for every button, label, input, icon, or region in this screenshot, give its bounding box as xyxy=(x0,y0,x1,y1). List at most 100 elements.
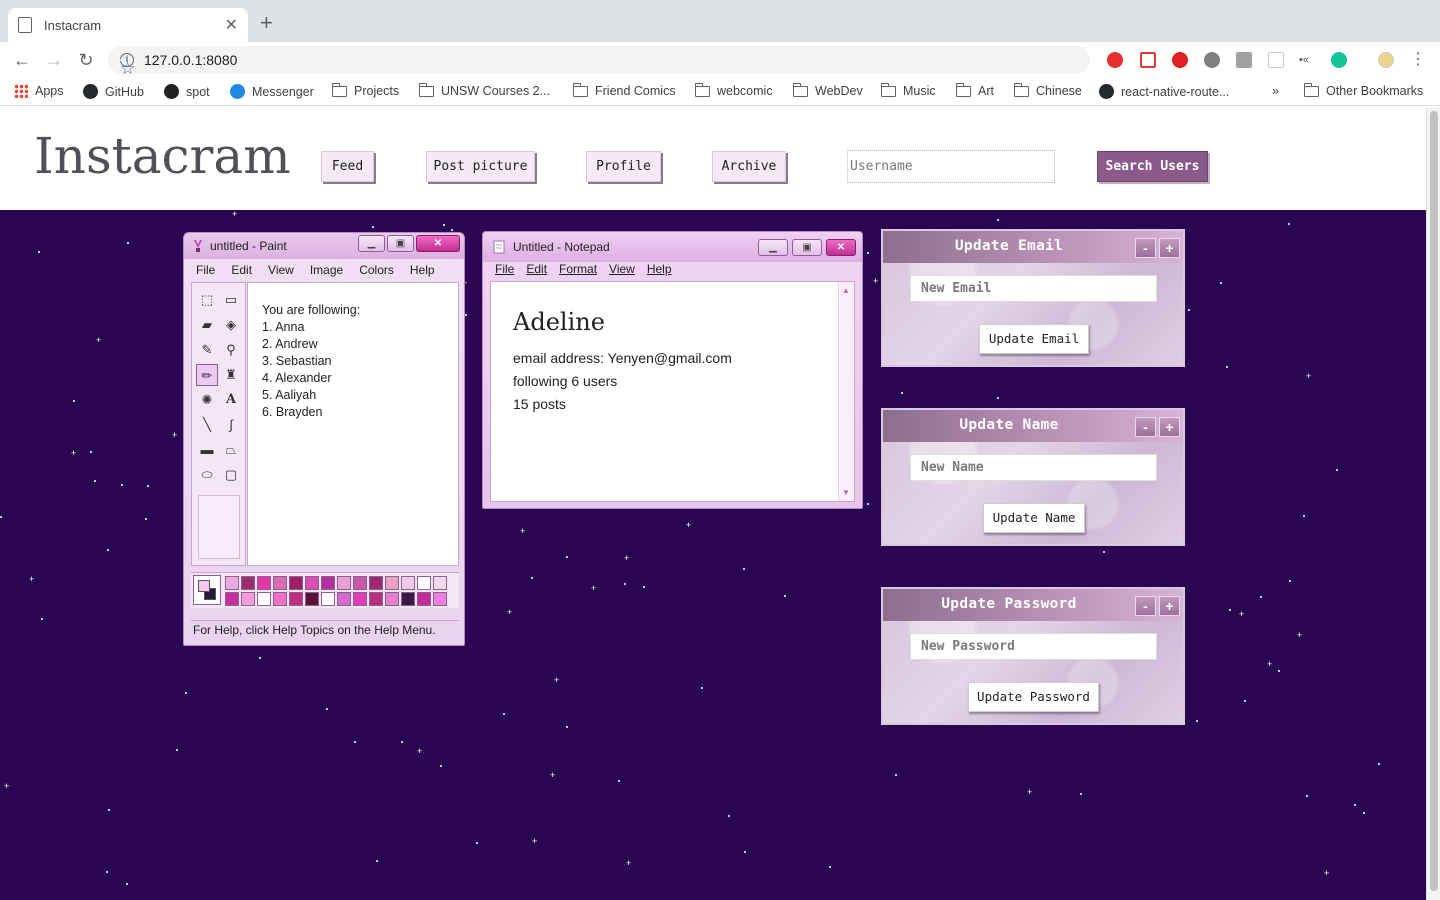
reload-icon[interactable]: ↻ xyxy=(74,48,98,72)
forward-icon[interactable]: → xyxy=(42,48,66,72)
menu-help[interactable]: Help xyxy=(647,262,672,280)
notepad-window[interactable]: Untitled - Notepad ▁ ▣ ✕ File Edit Forma… xyxy=(482,231,863,509)
extension-circle-icon[interactable] xyxy=(1204,52,1220,68)
notepad-scrollbar[interactable]: ▲ ▼ xyxy=(838,282,854,501)
scrollbar-thumb[interactable] xyxy=(1430,111,1438,891)
new-email-input[interactable] xyxy=(910,275,1157,302)
bookmark-apps[interactable]: Apps xyxy=(14,84,64,98)
bookmark-projects[interactable]: Projects xyxy=(331,82,399,98)
bookmarks-overflow[interactable]: » xyxy=(1272,84,1279,98)
polygon-icon[interactable]: ⏢ xyxy=(220,439,242,461)
palette-swatch[interactable] xyxy=(305,576,319,590)
expand-button[interactable]: + xyxy=(1159,596,1180,616)
palette-swatch[interactable] xyxy=(273,592,287,606)
maximize-icon[interactable]: ▣ xyxy=(387,235,414,252)
palette-swatch[interactable] xyxy=(241,592,255,606)
post-picture-button[interactable]: Post picture xyxy=(426,151,535,182)
palette-swatch[interactable] xyxy=(417,592,431,606)
palette-swatch[interactable] xyxy=(353,592,367,606)
bookmark-messenger[interactable]: Messenger xyxy=(230,84,314,99)
menu-colors[interactable]: Colors xyxy=(359,263,394,281)
browser-menu-icon[interactable]: ⋮ xyxy=(1406,48,1430,72)
current-colors[interactable] xyxy=(193,575,221,605)
palette-swatch[interactable] xyxy=(433,576,447,590)
menu-edit[interactable]: Edit xyxy=(231,263,252,281)
menu-file[interactable]: File xyxy=(196,263,215,281)
update-password-button[interactable]: Update Password xyxy=(968,682,1099,712)
address-bar[interactable]: i 127.0.0.1:8080 ☆ xyxy=(108,46,1090,78)
palette-swatch[interactable] xyxy=(257,592,271,606)
scroll-up-icon[interactable]: ▲ xyxy=(842,286,850,295)
close-icon[interactable]: ✕ xyxy=(826,239,856,256)
bookmark-webcomic[interactable]: webcomic xyxy=(694,82,773,98)
expand-button[interactable]: + xyxy=(1159,238,1180,258)
bookmark-react-native-router[interactable]: react-native-route... xyxy=(1099,84,1229,99)
update-email-button[interactable]: Update Email xyxy=(979,324,1089,354)
extension-red-icon[interactable] xyxy=(1107,52,1123,68)
search-users-button[interactable]: Search Users xyxy=(1097,151,1208,182)
maximize-icon[interactable]: ▣ xyxy=(792,239,822,256)
paint-window[interactable]: untitled - Paint ▁ ▣ ✕ File Edit View Im… xyxy=(183,232,465,646)
color-picker-icon[interactable]: ✎ xyxy=(196,339,218,361)
palette-swatch[interactable] xyxy=(321,592,335,606)
palette-swatch[interactable] xyxy=(225,576,239,590)
update-name-button[interactable]: Update Name xyxy=(983,503,1085,533)
paint-canvas[interactable]: You are following: 1. Anna 2. Andrew 3. … xyxy=(247,282,459,566)
palette-swatch[interactable] xyxy=(337,576,351,590)
bookmark-art[interactable]: Art xyxy=(955,82,994,98)
curve-icon[interactable]: ∫ xyxy=(220,414,242,436)
new-password-input[interactable] xyxy=(910,633,1157,660)
palette-swatch[interactable] xyxy=(337,592,351,606)
cast-icon[interactable] xyxy=(1268,52,1284,68)
site-logo[interactable]: Instacram xyxy=(34,127,291,185)
new-name-input[interactable] xyxy=(910,454,1157,481)
rect-select-icon[interactable]: ▭ xyxy=(220,289,242,311)
menu-help[interactable]: Help xyxy=(410,263,435,281)
palette-swatch[interactable] xyxy=(273,576,287,590)
line-icon[interactable]: ╲ xyxy=(196,414,218,436)
extension-dots-icon[interactable]: •« xyxy=(1299,52,1319,68)
username-search-input[interactable] xyxy=(847,150,1055,183)
bookmark-chinese[interactable]: Chinese xyxy=(1013,82,1082,98)
bookmark-music[interactable]: Music xyxy=(880,82,936,98)
extension-plus-icon[interactable] xyxy=(1140,52,1156,68)
new-tab-icon[interactable]: + xyxy=(260,12,273,34)
collapse-button[interactable]: - xyxy=(1135,238,1156,258)
back-icon[interactable]: ← xyxy=(10,48,34,72)
page-scrollbar[interactable] xyxy=(1426,107,1440,900)
ellipse-icon[interactable]: ⬭ xyxy=(196,464,218,486)
opera-icon[interactable] xyxy=(1172,52,1188,68)
bookmark-spot[interactable]: spot xyxy=(164,84,210,99)
palette-swatch[interactable] xyxy=(369,592,383,606)
grammarly-icon[interactable] xyxy=(1331,52,1347,68)
palette-swatch[interactable] xyxy=(433,592,447,606)
rounded-rect-icon[interactable]: ▢ xyxy=(220,464,242,486)
free-select-icon[interactable]: ⬚ xyxy=(196,289,218,311)
bookmark-unsw-courses[interactable]: UNSW Courses 2... xyxy=(418,82,550,98)
palette-swatch[interactable] xyxy=(321,576,335,590)
palette-swatch[interactable] xyxy=(305,592,319,606)
palette-swatch[interactable] xyxy=(401,592,415,606)
paint-titlebar[interactable]: untitled - Paint ▁ ▣ ✕ xyxy=(184,233,464,259)
bookmark-other[interactable]: Other Bookmarks xyxy=(1303,82,1423,98)
palette-swatch[interactable] xyxy=(353,576,367,590)
notepad-text-area[interactable]: Adeline email address: Yenyen@gmail.com … xyxy=(490,281,855,502)
magnifier-icon[interactable]: ⚲ xyxy=(220,339,242,361)
menu-image[interactable]: Image xyxy=(310,263,343,281)
menu-format[interactable]: Format xyxy=(559,262,597,280)
palette-swatch[interactable] xyxy=(401,576,415,590)
collapse-button[interactable]: - xyxy=(1135,596,1156,616)
palette-swatch[interactable] xyxy=(369,576,383,590)
palette-swatch[interactable] xyxy=(289,576,303,590)
bookmark-friend-comics[interactable]: Friend Comics xyxy=(572,82,676,98)
palette-swatch[interactable] xyxy=(225,592,239,606)
scroll-down-icon[interactable]: ▼ xyxy=(842,488,850,497)
palette-swatch[interactable] xyxy=(257,576,271,590)
palette-swatch[interactable] xyxy=(385,592,399,606)
eraser-icon[interactable]: ▰ xyxy=(196,314,218,336)
browser-tab[interactable]: Instacram ✕ xyxy=(8,8,248,42)
fill-bucket-icon[interactable]: ◈ xyxy=(220,314,242,336)
minimize-icon[interactable]: ▁ xyxy=(758,239,788,256)
bookmark-github[interactable]: GitHub xyxy=(83,84,144,99)
pencil-icon[interactable]: ✏ xyxy=(196,364,218,386)
